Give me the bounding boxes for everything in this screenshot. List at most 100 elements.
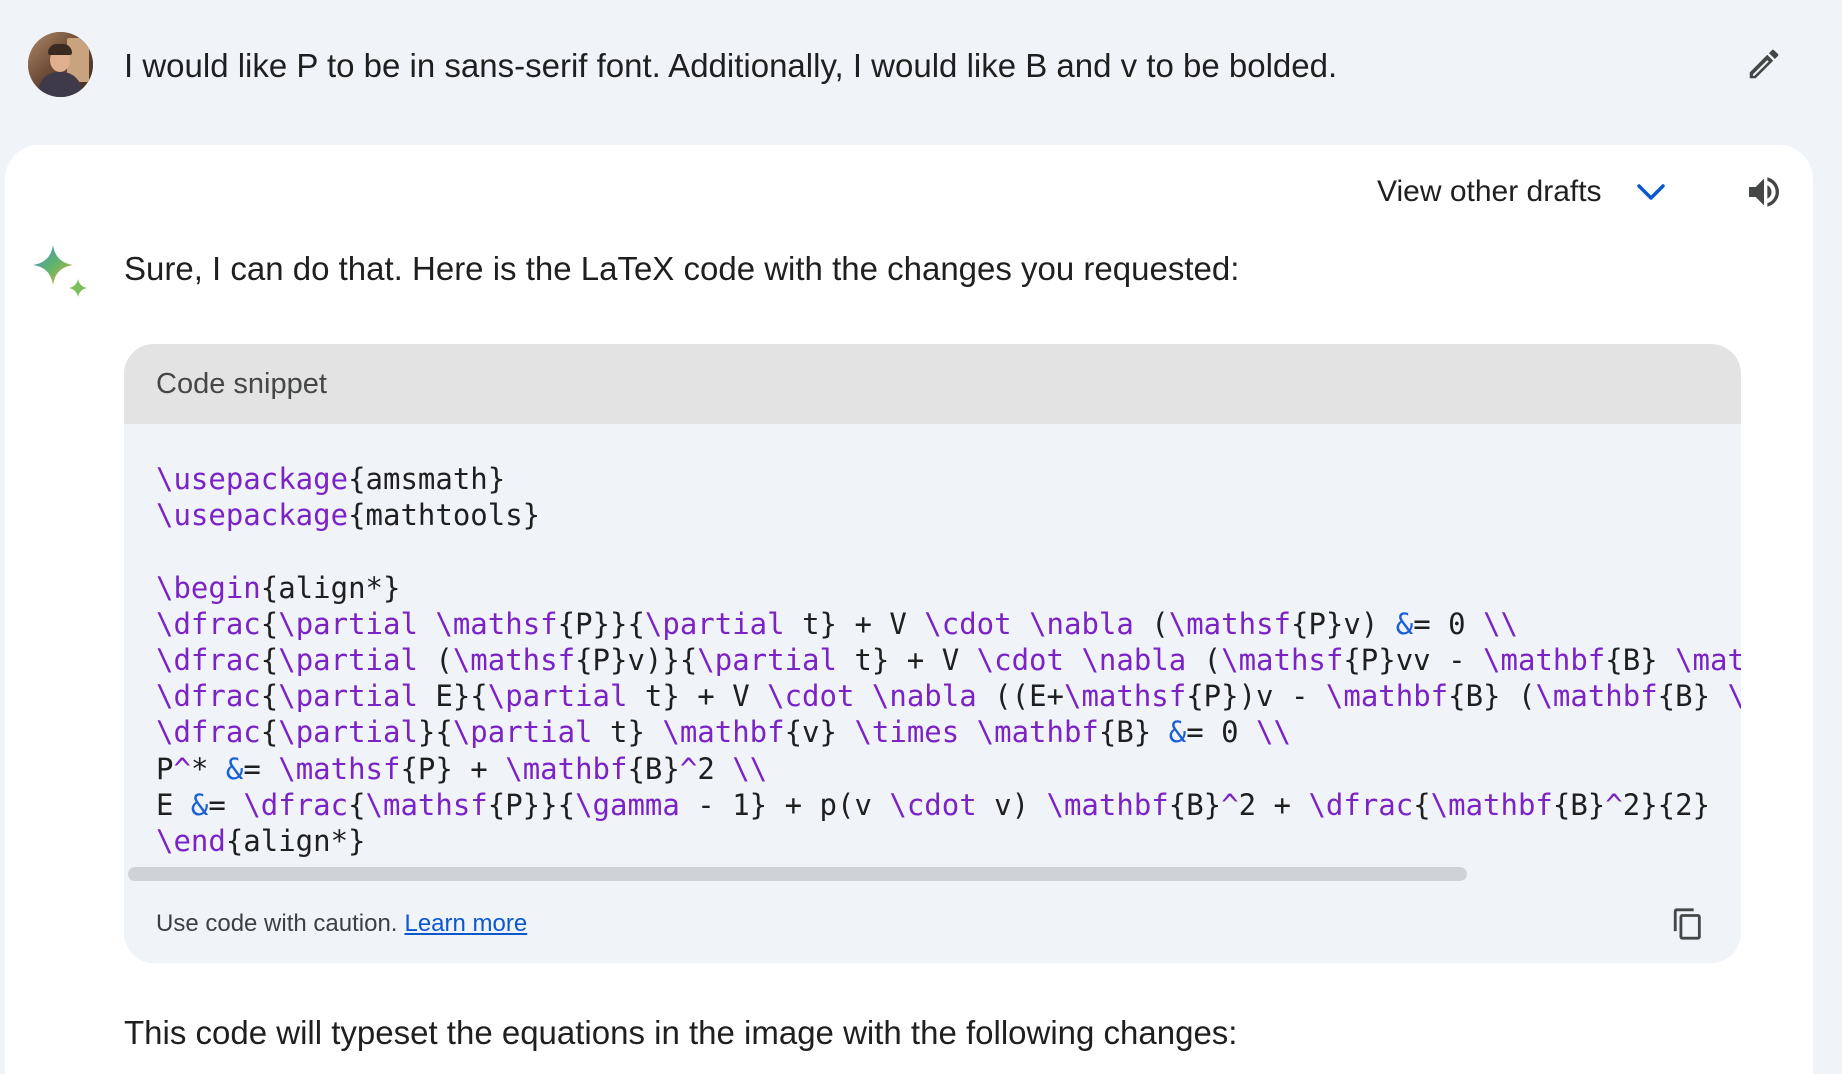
code-token: \partial [452,715,593,750]
code-token: \mathbf [1046,787,1169,822]
code-token: \partial [487,679,628,714]
response-follow-up-text: This code will typeset the equations in … [124,1014,1238,1051]
code-token: \cdot [976,642,1064,677]
edit-prompt-button[interactable] [1740,40,1788,88]
code-token: {B} [1605,642,1676,677]
code-token: { [260,606,279,641]
code-token: }{ [417,715,453,750]
code-token: ^ [1605,787,1623,822]
code-token: t} + V [836,642,977,677]
code-token: {mathtools} [348,498,541,533]
code-token: \dfrac [1308,787,1414,822]
code-line: \usepackage{amsmath} [156,461,1741,497]
code-token: & [225,751,244,786]
code-token: {P}}{ [557,606,645,641]
code-token: \usepackage [156,498,349,533]
code-token: \nabla [871,679,977,714]
copy-icon [1673,908,1701,940]
code-token: t} + V [627,679,768,714]
code-horizontal-scrollbar[interactable] [128,867,1467,881]
code-token: * [190,751,226,786]
code-line: \dfrac{\partial}{\partial t} \mathbf{v} … [156,714,1741,750]
code-token: { [260,642,279,677]
code-token: { [260,679,279,714]
code-line: P^* &= \mathsf{P} + \mathbf{B}^2 \\ [156,751,1741,787]
code-token: {P}vv - [1343,642,1484,677]
view-other-drafts-button[interactable]: View other drafts [1377,167,1666,217]
chat-page: I would like P to be in sans-serif font.… [0,0,1842,1074]
response-card: View other drafts Sure, I can do that. H… [5,145,1813,1074]
code-token: {B} [1552,787,1606,822]
code-token: & [1395,606,1414,641]
code-token: \mathbf [505,751,628,786]
code-token: \gamma [575,787,680,822]
code-token: = 0 [1186,715,1257,750]
learn-more-link[interactable]: Learn more [404,910,527,938]
code-token: \cdot [767,679,855,714]
user-avatar[interactable] [28,32,93,97]
code-token: \begin [156,570,261,605]
code-token: & [190,787,209,822]
code-token: & [1168,715,1187,750]
code-area[interactable]: \usepackage{amsmath} \usepackage{mathtool… [124,424,1741,885]
code-line: E &= \dfrac{\mathsf{P}}{\gamma - 1} + p(… [156,787,1741,823]
code-token: ( [1186,642,1222,677]
code-token: \mathbf [1325,679,1449,714]
chevron-down-icon [1636,184,1665,200]
speaker-icon [1749,177,1779,207]
pencil-icon [1749,49,1779,79]
code-token: \\ [732,751,768,786]
code-token: { [260,715,279,750]
code-token: \partial [278,642,418,677]
gemini-sparkle-icon [33,245,87,297]
code-token: \nabla [1029,606,1134,641]
code-token: { [1413,787,1431,822]
code-token: \usepackage [156,462,349,496]
code-token: {v} [784,715,855,750]
code-token: {P}v)}{ [575,642,698,677]
code-token: \mathsf [435,606,558,641]
code-token: \\ [1483,606,1518,641]
code-token: \\ [1256,715,1291,750]
code-token: \mathsf [1064,679,1187,714]
listen-button[interactable] [1738,167,1790,217]
code-line: \dfrac{\partial (\mathsf{P}v)}{\partial … [156,642,1741,678]
code-token: ^ [173,751,191,786]
code-token: {B} [1168,787,1222,822]
code-token: \times [854,715,960,750]
code-token: \dfrac [156,642,261,677]
code-token: E [156,787,191,822]
code-snippet-title: Code snippet [156,367,327,400]
code-token: t} [592,715,663,750]
code-token: ^ [679,751,698,786]
code-token: \partial [278,715,418,750]
code-line: \dfrac{\partial E}{\partial t} + V \cdot… [156,678,1741,714]
code-token: {B} ( [1448,679,1536,714]
code-token: 2 [697,751,733,786]
code-token: {P} + [400,751,506,786]
code-token: \nabla [1081,642,1187,677]
code-token: {P}}{ [487,787,576,822]
code-token: 2}{2} [1622,787,1711,822]
code-snippet-block: Code snippet \usepackage{amsmath} \usepac… [124,344,1741,963]
code-token: \mathsf [1221,642,1344,677]
view-other-drafts-label: View other drafts [1377,175,1602,208]
code-token: \dfrac [243,787,349,822]
code-token: \dfrac [156,715,261,750]
code-token: \mathbf [1675,642,1741,677]
code-snippet-header: Code snippet [124,344,1741,424]
code-token: {B} [627,751,680,786]
code-token: \partial [278,679,418,714]
code-token: \partial [278,606,418,641]
code-token: \mathsf [452,642,576,677]
code-token: \mathbf [662,715,785,750]
code-token: {P})v - [1186,679,1326,714]
code-token: \mathbf [1430,787,1553,822]
code-token: \mathsf [278,751,401,786]
copy-code-button[interactable] [1663,899,1713,949]
code-token: \partial [644,606,785,641]
